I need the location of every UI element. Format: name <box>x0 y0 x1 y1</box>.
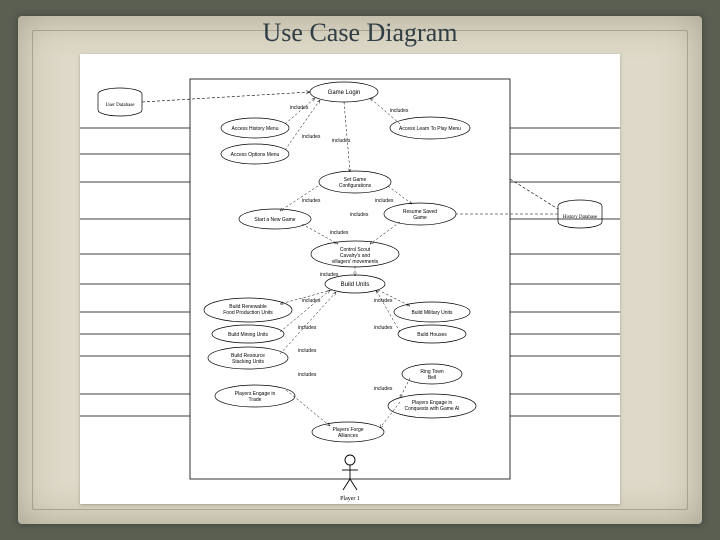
svg-text:Configurations: Configurations <box>339 183 372 189</box>
svg-text:User Database: User Database <box>105 103 135 108</box>
svg-text:includes: includes <box>302 298 321 304</box>
svg-text:includes: includes <box>375 198 394 204</box>
svg-text:includes: includes <box>330 230 349 236</box>
user-database-icon: User Database <box>98 88 142 116</box>
svg-text:includes: includes <box>374 298 393 304</box>
svg-text:includes: includes <box>298 325 317 331</box>
svg-text:Access Options Menu: Access Options Menu <box>231 152 280 158</box>
svg-text:includes: includes <box>350 212 369 218</box>
svg-text:Food Production Units: Food Production Units <box>223 310 273 316</box>
svg-text:Build Houses: Build Houses <box>417 332 447 338</box>
svg-text:includes: includes <box>374 386 393 392</box>
svg-text:Access Learn To Play Menu: Access Learn To Play Menu <box>399 126 461 132</box>
svg-text:Build Units: Build Units <box>341 282 370 288</box>
svg-text:includes: includes <box>302 198 321 204</box>
svg-text:Game Login: Game Login <box>328 90 361 96</box>
svg-text:Stacking Units: Stacking Units <box>232 359 264 365</box>
svg-text:includes: includes <box>298 348 317 354</box>
svg-text:Access History Menu: Access History Menu <box>232 126 279 132</box>
svg-text:villagers' movements: villagers' movements <box>332 259 379 265</box>
svg-text:Alliances: Alliances <box>338 433 359 439</box>
svg-text:includes: includes <box>320 272 339 278</box>
svg-text:Build Mining Units: Build Mining Units <box>228 332 269 338</box>
svg-text:Bell: Bell <box>428 375 436 381</box>
svg-text:includes: includes <box>302 134 321 140</box>
use-case-diagram: User Database History Database <box>80 54 620 504</box>
svg-text:Game: Game <box>413 215 427 221</box>
svg-text:Start a New Game: Start a New Game <box>254 217 295 223</box>
svg-text:includes: includes <box>298 372 317 378</box>
svg-text:includes: includes <box>374 325 393 331</box>
svg-text:includes: includes <box>390 108 409 114</box>
actor-label: Player 1 <box>340 496 360 502</box>
slide-title: Use Case Diagram <box>0 18 720 48</box>
svg-text:includes: includes <box>290 105 309 111</box>
svg-text:includes: includes <box>332 138 351 144</box>
svg-text:Conquests with Game AI: Conquests with Game AI <box>404 406 459 412</box>
svg-text:Build Military Units: Build Military Units <box>411 310 453 316</box>
svg-text:Trade: Trade <box>249 397 262 403</box>
history-database-icon: History Database <box>558 200 602 228</box>
use-case-ovals: Game Login Access History Menu Access Le… <box>204 82 476 442</box>
actor-icon <box>342 455 358 490</box>
